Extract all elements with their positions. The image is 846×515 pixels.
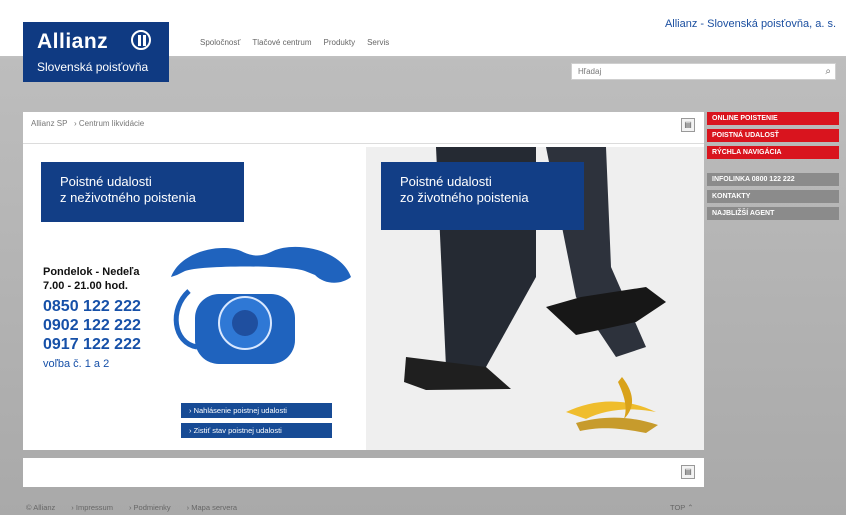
logo-subtitle: Slovenská poisťovňa xyxy=(37,60,149,74)
nav-spolocnost[interactable]: Spoločnosť xyxy=(200,38,240,47)
non-life-claims-panel: Poistné udalosti z neživotného poistenia… xyxy=(23,147,363,450)
nav-servis[interactable]: Servis xyxy=(367,38,389,47)
telephone-illustration xyxy=(171,246,351,364)
breadcrumb-root[interactable]: Allianz SP xyxy=(31,119,67,128)
breadcrumb-current[interactable]: › Centrum likvidácie xyxy=(74,119,144,128)
print-icon-bottom[interactable]: ▤ xyxy=(681,465,695,479)
life-title-line1: Poistné udalosti xyxy=(400,174,492,189)
phone-numbers: 0850 122 222 0902 122 222 0917 122 222 xyxy=(43,297,141,354)
nearest-agent-button[interactable]: NAJBLIŽŠÍ AGENT xyxy=(707,207,839,220)
nav-tlacove-centrum[interactable]: Tlačové centrum xyxy=(252,38,311,47)
office-hours: Pondelok - Nedeľa 7.00 - 21.00 hod. xyxy=(43,265,140,293)
office-hours-days: Pondelok - Nedeľa xyxy=(43,266,140,278)
phone-choice: voľba č. 1 a 2 xyxy=(43,358,110,370)
phone-number: 0902 122 222 xyxy=(43,317,141,334)
breadcrumb: Allianz SP › Centrum likvidácie xyxy=(31,119,144,128)
non-life-title-line1: Poistné udalosti xyxy=(60,174,152,189)
logo-brand-text: Allianz xyxy=(37,30,109,53)
report-claim-link[interactable]: › Nahlásenie poistnej udalosti xyxy=(181,403,332,418)
top-bar: Allianz Slovenská poisťovňa Allianz - Sl… xyxy=(0,0,846,82)
contacts-button[interactable]: KONTAKTY xyxy=(707,190,839,203)
quick-navigation-button[interactable]: RÝCHLA NAVIGÁCIA xyxy=(707,146,839,159)
site-footer: © Allianz › Impressum › Podmienky › Mapa… xyxy=(26,503,237,512)
online-insurance-button[interactable]: ONLINE POISTENIE xyxy=(707,112,839,125)
top-navigation: Spoločnosť Tlačové centrum Produkty Serv… xyxy=(200,38,389,47)
office-hours-time: 7.00 - 21.00 hod. xyxy=(43,280,128,292)
life-claims-panel: Poistné udalosti zo životného poistenia xyxy=(366,147,704,450)
footer-sitemap-link[interactable]: › Mapa servera xyxy=(187,503,237,512)
infoline-button[interactable]: INFOLINKA 0800 122 222 xyxy=(707,173,839,186)
claim-event-button[interactable]: POISTNÁ UDALOSŤ xyxy=(707,129,839,142)
search-icon[interactable]: ⌕ xyxy=(825,66,831,77)
search-placeholder: Hľadaj xyxy=(578,67,602,76)
claim-status-link[interactable]: › Zistiť stav poistnej udalosti xyxy=(181,423,332,438)
content-divider xyxy=(23,143,704,144)
print-icon[interactable]: ▤ xyxy=(681,118,695,132)
footer-terms-link[interactable]: › Podmienky xyxy=(129,503,171,512)
life-title-line2: zo životného poistenia xyxy=(400,190,529,205)
footer-copyright: © Allianz xyxy=(26,503,56,512)
non-life-claims-title[interactable]: Poistné udalosti z neživotného poistenia xyxy=(41,162,244,222)
allianz-logo[interactable]: Allianz Slovenská poisťovňa xyxy=(23,22,169,82)
right-sidebar: ONLINE POISTENIE POISTNÁ UDALOSŤ RÝCHLA … xyxy=(707,112,839,224)
eagle-icon xyxy=(131,30,151,50)
footer-impressum-link[interactable]: › Impressum xyxy=(71,503,113,512)
phone-number: 0917 122 222 xyxy=(43,336,141,353)
main-content: Allianz SP › Centrum likvidácie ▤ Poistn… xyxy=(23,112,704,450)
life-claims-title[interactable]: Poistné udalosti zo životného poistenia xyxy=(381,162,584,230)
top-link[interactable]: TOP ⌃ xyxy=(670,503,694,512)
nav-produkty[interactable]: Produkty xyxy=(324,38,356,47)
search-input[interactable]: Hľadaj ⌕ xyxy=(571,63,836,80)
company-name: Allianz - Slovenská poisťovňa, a. s. xyxy=(664,18,836,30)
content-footer-bar: ▤ xyxy=(23,458,704,487)
phone-number: 0850 122 222 xyxy=(43,298,141,315)
non-life-title-line2: z neživotného poistenia xyxy=(60,190,196,205)
